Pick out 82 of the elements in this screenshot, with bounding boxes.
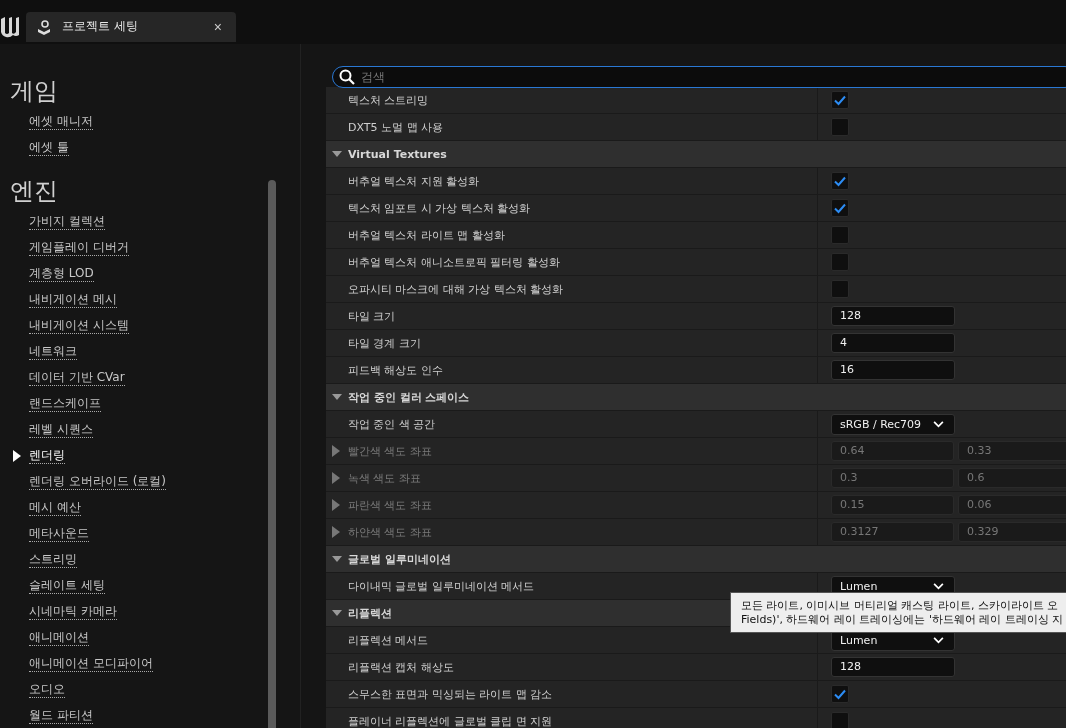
sidebar-link[interactable]: 메타사운드 — [29, 526, 89, 542]
checkbox[interactable] — [831, 685, 849, 703]
sidebar-link[interactable]: 계층형 LOD — [29, 266, 94, 282]
dropdown[interactable]: sRGB / Rec709 — [831, 413, 955, 435]
chevron-icon — [933, 582, 944, 590]
expand-arrow-icon[interactable] — [332, 445, 340, 457]
checkbox[interactable] — [831, 199, 849, 217]
property-label: 스무스한 표면과 믹싱되는 라이트 맵 감소 — [348, 686, 553, 702]
close-button[interactable]: × — [209, 18, 226, 35]
category-title: 글로벌 일루미네이션 — [348, 551, 451, 567]
settings-tab[interactable]: 프로젝트 세팅 × — [26, 11, 236, 42]
property-label: 피드백 해상도 인수 — [348, 362, 443, 378]
property-label: 빨간색 색도 좌표 — [348, 443, 432, 459]
sidebar-link[interactable]: 월드 파티션 — [29, 708, 93, 724]
sidebar-link[interactable]: 레벨 시퀀스 — [29, 422, 93, 438]
expand-arrow-icon[interactable] — [332, 526, 340, 538]
sidebar-link[interactable]: 에셋 툴 — [29, 140, 69, 156]
collapse-arrow-icon[interactable] — [332, 392, 342, 402]
collapse-arrow-icon[interactable] — [332, 608, 342, 618]
property-label: DXT5 노멀 맵 사용 — [348, 119, 444, 135]
number-field[interactable]: 128 — [831, 306, 955, 326]
selection-arrow-icon — [13, 450, 21, 462]
sidebar-link[interactable]: 데이터 기반 CVar — [29, 370, 125, 386]
property-label: 타일 경계 크기 — [348, 335, 421, 351]
property-label: 리플렉션 메서드 — [348, 632, 429, 648]
number-field[interactable]: 4 — [831, 333, 955, 353]
collapse-arrow-icon[interactable] — [332, 149, 342, 159]
checkbox[interactable] — [831, 253, 849, 271]
property-label: 녹색 색도 좌표 — [348, 470, 421, 486]
sidebar-link[interactable]: 애니메이션 — [29, 630, 89, 646]
tooltip: 모든 라이트, 이미시브 머티리얼 캐스팅 라이트, 스카이라이트 오 Fields)', 하드웨어 레이 트레이싱에는 '하드웨어 레이 트레이싱 지 — [730, 592, 1066, 633]
expand-arrow-icon[interactable] — [332, 472, 340, 484]
property-label: 파란색 색도 좌표 — [348, 497, 432, 513]
tab-title: 프로젝트 세팅 — [62, 18, 139, 35]
logo-icon — [0, 14, 20, 39]
sidebar-link[interactable]: 네트워크 — [29, 344, 77, 360]
property-label: 플레이너 리플렉션에 글로벌 클립 면 지원 — [348, 713, 553, 728]
checkbox[interactable] — [831, 280, 849, 298]
sidebar-link[interactable]: 오디오 — [29, 682, 65, 698]
sidebar-link[interactable]: 스트리밍 — [29, 552, 77, 568]
search-field[interactable]: 검색 — [332, 66, 1066, 88]
collapse-arrow-icon[interactable] — [332, 554, 342, 564]
sidebar-link[interactable]: 내비게이션 메시 — [29, 292, 117, 308]
sidebar-link[interactable]: 메시 예산 — [29, 500, 81, 516]
checkbox[interactable] — [831, 172, 849, 190]
property-label: 타일 크기 — [348, 308, 396, 324]
category-title: 작업 중인 컬러 스페이스 — [348, 389, 470, 405]
property-label: 버추얼 텍스처 애니소트로픽 필터링 활성화 — [348, 254, 560, 270]
section-heading: 게임 — [10, 76, 59, 107]
sidebar-link[interactable]: 랜드스케이프 — [29, 396, 101, 412]
sidebar-link[interactable]: 애니메이션 모디파이어 — [29, 656, 153, 672]
expand-arrow-icon[interactable] — [332, 499, 340, 511]
property-label: 작업 중인 색 공간 — [348, 416, 436, 432]
sidebar-link[interactable]: 에셋 매니저 — [29, 114, 93, 130]
property-label: 하얀색 색도 좌표 — [348, 524, 432, 540]
category-title: Virtual Textures — [348, 147, 447, 161]
checkbox[interactable] — [831, 226, 849, 244]
chevron-icon — [933, 636, 944, 644]
checkbox[interactable] — [831, 118, 849, 136]
sidebar-link[interactable]: 슬레이트 세팅 — [29, 578, 105, 594]
sidebar-link[interactable]: 시네마틱 카메라 — [29, 604, 117, 620]
sidebar-link[interactable]: 렌더링 — [29, 448, 65, 464]
property-label: 버추얼 텍스처 라이트 맵 활성화 — [348, 227, 505, 243]
scrollbar[interactable] — [268, 180, 276, 728]
property-label: 다이내믹 글로벌 일루미네이션 메서드 — [348, 578, 535, 594]
category-title: 리플렉션 — [348, 605, 392, 621]
property-label: 오파시티 마스크에 대해 가상 텍스처 활성화 — [348, 281, 564, 297]
property-label: 텍스처 스트리밍 — [348, 92, 429, 108]
section-heading: 엔진 — [10, 176, 59, 207]
sidebar-link[interactable]: 내비게이션 시스템 — [29, 318, 129, 334]
property-label: 버추얼 텍스처 지원 활성화 — [348, 173, 480, 189]
sidebar-link[interactable]: 렌더링 오버라이드 (로컬) — [29, 474, 166, 490]
number-field[interactable]: 128 — [831, 657, 955, 677]
checkbox[interactable] — [831, 712, 849, 728]
property-label: 텍스처 임포트 시 가상 텍스처 활성화 — [348, 200, 531, 216]
search-icon — [339, 69, 355, 85]
number-field[interactable]: 16 — [831, 360, 955, 380]
sidebar-link[interactable]: 가비지 컬렉션 — [29, 214, 105, 230]
checkbox[interactable] — [831, 91, 849, 109]
property-label: 리플랙션 캡처 해상도 — [348, 659, 454, 675]
sidebar-link[interactable]: 게임플레이 디버거 — [29, 240, 129, 256]
chevron-icon — [933, 420, 944, 428]
